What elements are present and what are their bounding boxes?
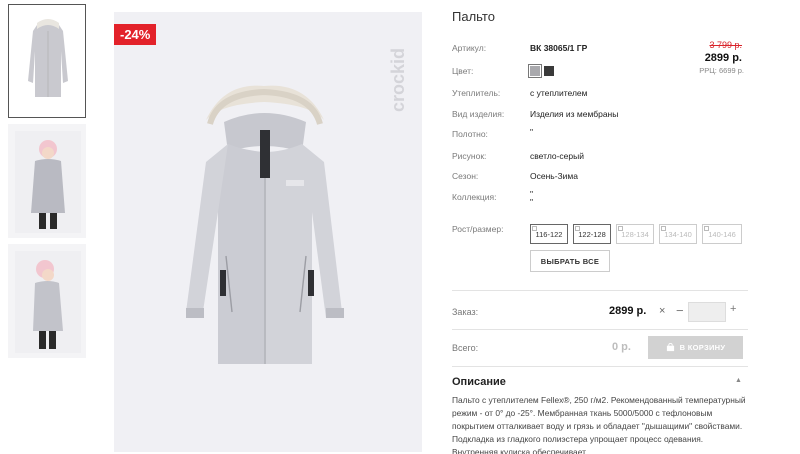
color-swatch-grey[interactable]	[528, 64, 542, 78]
size-option-122-128[interactable]: 122-128	[573, 224, 611, 244]
cart-icon	[666, 343, 674, 352]
brand-logo: crockid	[388, 48, 408, 112]
pattern-label: Рисунок:	[452, 151, 487, 161]
insulation-value: с утеплителем	[530, 88, 588, 98]
size-check-icon	[618, 226, 623, 231]
description-title[interactable]: Описание	[452, 376, 506, 388]
old-price: 3 799 р.	[709, 40, 742, 50]
description-text: Пальто с утеплителем Fellex®, 250 г/м2. …	[452, 395, 746, 454]
svg-text:crockid: crockid	[388, 48, 408, 112]
pattern-value: светло-серый	[530, 151, 584, 161]
article-label: Артикул:	[452, 43, 487, 53]
divider	[452, 290, 748, 291]
fabric-value: "	[530, 127, 534, 137]
size-check-icon	[575, 226, 580, 231]
size-label: Рост/размер:	[452, 224, 504, 234]
add-to-cart-label: В КОРЗИНУ	[679, 343, 726, 352]
chevron-up-icon[interactable]: ▲	[735, 377, 742, 384]
thumbnail-3[interactable]	[8, 244, 86, 358]
discount-badge: -24%	[114, 24, 157, 45]
size-check-icon	[704, 226, 709, 231]
size-check-icon	[532, 226, 537, 231]
divider	[452, 329, 748, 330]
color-label: Цвет:	[452, 66, 474, 76]
insulation-label: Утеплитель:	[452, 88, 501, 98]
divider	[452, 366, 748, 367]
total-label: Всего:	[452, 343, 479, 353]
season-value: Осень-Зима	[530, 171, 578, 181]
collection-label: Коллекция:	[452, 192, 497, 202]
collection-value-2: "	[530, 197, 534, 207]
main-product-photo[interactable]: -24% crockid	[114, 12, 422, 452]
type-label: Вид изделия:	[452, 109, 505, 119]
size-option-116-122[interactable]: 116-122	[530, 224, 568, 244]
size-check-icon	[661, 226, 666, 231]
product-title: Пальто	[452, 9, 495, 24]
add-to-cart-button[interactable]: В КОРЗИНУ	[648, 336, 743, 359]
thumbnail-list	[8, 4, 86, 364]
quantity-input[interactable]	[688, 302, 726, 322]
size-option-134-140[interactable]: 134-140	[659, 224, 697, 244]
thumbnail-2[interactable]	[8, 124, 86, 238]
size-option-140-146[interactable]: 140-146	[702, 224, 742, 244]
thumbnail-1[interactable]	[8, 4, 86, 118]
decrement-button[interactable]: −	[676, 303, 684, 318]
total-value: 0 р.	[612, 341, 631, 353]
color-swatch-dark[interactable]	[544, 66, 554, 76]
fabric-label: Полотно:	[452, 129, 488, 139]
order-label: Заказ:	[452, 307, 479, 317]
article-value: ВК 38065/1 ГР	[530, 43, 588, 53]
new-price: 2899 р.	[704, 52, 742, 64]
order-price: 2899 р.	[609, 305, 647, 317]
size-option-128-134[interactable]: 128-134	[616, 224, 654, 244]
coat-image	[114, 12, 422, 452]
multiply-icon: ×	[659, 305, 666, 317]
select-all-button[interactable]: ВЫБРАТЬ ВСЕ	[530, 250, 610, 272]
increment-button[interactable]: +	[730, 303, 736, 315]
season-label: Сезон:	[452, 171, 479, 181]
type-value: Изделия из мембраны	[530, 109, 619, 119]
rrp-price: РРЦ: 6699 р.	[699, 66, 744, 75]
